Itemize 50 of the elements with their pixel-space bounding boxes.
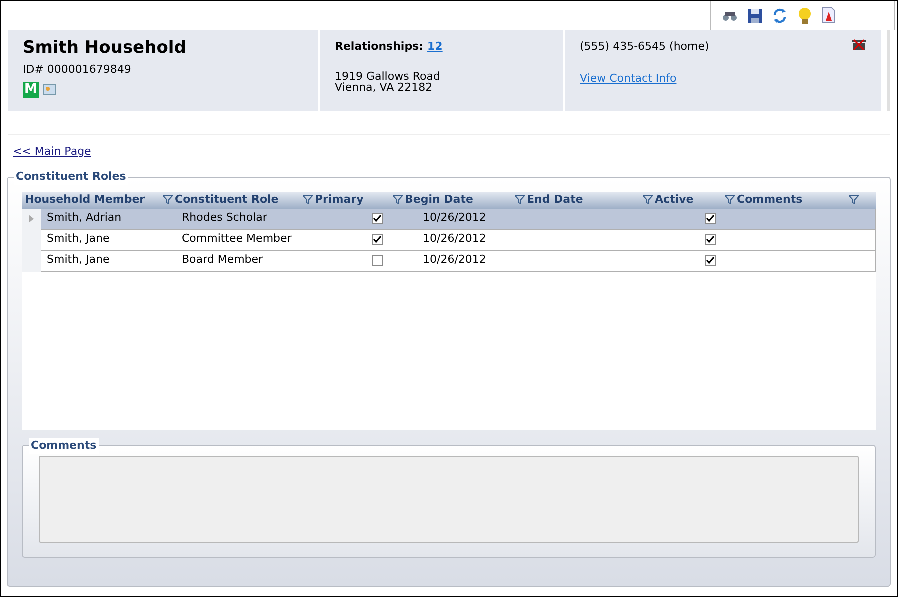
filter-icon[interactable] (303, 195, 313, 205)
binoculars-icon[interactable] (722, 10, 738, 22)
filter-icon[interactable] (393, 195, 403, 205)
relationships-label: Relationships: (335, 39, 424, 55)
refresh-icon[interactable] (772, 8, 788, 24)
column-header[interactable]: Begin Date (390, 192, 474, 208)
main-page-link[interactable]: << Main Page (13, 144, 92, 160)
column-header[interactable]: Active (640, 192, 694, 208)
column-header[interactable]: Comments (722, 192, 803, 208)
relationships-link[interactable]: 12 (428, 39, 443, 56)
begin-date-cell-text: 10/26/2012 (422, 210, 488, 226)
role-cell-text: Rhodes Scholar (181, 210, 268, 226)
address-text: 1919 Gallows Road Vienna, VA 22182 (335, 70, 442, 92)
lightbulb-icon[interactable] (797, 6, 813, 24)
column-header[interactable]: Primary (300, 192, 364, 208)
view-contact-link[interactable]: View Contact Info (580, 70, 677, 87)
grid-row[interactable]: Smith, Adrian Rhodes Scholar 10/26/2012 (41, 208, 876, 230)
column-header[interactable]: End Date (512, 192, 584, 208)
phone-text: (555) 435-6545 (home) (580, 39, 710, 55)
begin-date-cell-text: 10/26/2012 (422, 252, 488, 268)
document-icon[interactable] (822, 7, 836, 24)
member-cell-text: Smith, Adrian (46, 210, 123, 226)
grid-row[interactable]: Smith, Jane Committee Member 10/26/2012 (41, 230, 876, 250)
filter-icon[interactable] (163, 195, 173, 205)
checkbox[interactable] (372, 234, 382, 245)
comments-field[interactable] (39, 456, 859, 542)
membership-badge: M (23, 82, 39, 98)
column-header[interactable]: Household Member (22, 192, 146, 208)
role-cell-text: Board Member (181, 252, 264, 268)
household-name: Smith Household (23, 38, 188, 58)
filter-icon[interactable] (515, 195, 525, 205)
checkbox[interactable] (372, 255, 382, 266)
filter-icon[interactable] (849, 195, 859, 205)
checkbox[interactable] (372, 213, 382, 224)
checkbox[interactable] (704, 213, 716, 224)
begin-date-cell-text: 10/26/2012 (422, 231, 488, 248)
member-cell-text: Smith, Jane (46, 252, 111, 268)
member-cell-text: Smith, Jane (46, 231, 111, 248)
telephone-crossed-icon[interactable] (851, 39, 867, 51)
role-cell-text: Committee Member (181, 231, 293, 248)
household-id: ID# 000001679849 (23, 62, 132, 78)
grid-row[interactable]: Smith, Jane Board Member 10/26/2012 (41, 250, 876, 272)
column-header[interactable]: Constituent Role (160, 192, 279, 208)
checkbox[interactable] (704, 255, 716, 266)
checkbox[interactable] (704, 234, 716, 245)
row-pointer-icon (29, 215, 34, 223)
filter-icon[interactable] (643, 195, 653, 205)
photo-card-icon[interactable] (43, 82, 57, 96)
save-icon[interactable] (747, 8, 763, 24)
filter-icon[interactable] (725, 195, 735, 205)
